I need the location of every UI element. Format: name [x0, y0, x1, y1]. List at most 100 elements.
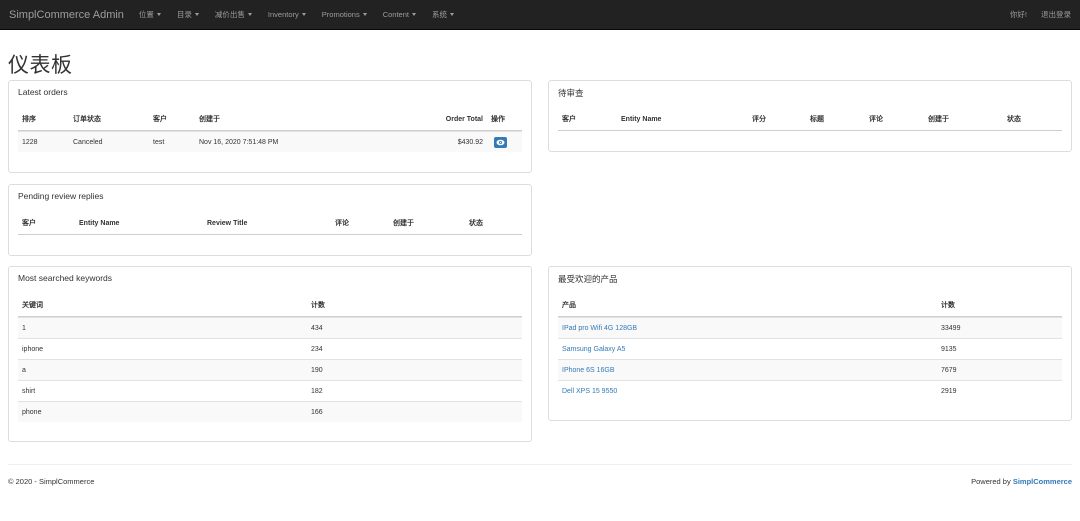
caret-down-icon: [450, 13, 454, 16]
column-header: 产品: [562, 302, 576, 309]
footer-copyright: © 2020 - SimplCommerce: [8, 477, 95, 486]
nav-menu-sales[interactable]: 减价出售: [207, 0, 260, 30]
column-header: 计数: [941, 302, 955, 309]
column-header: 订单状态: [73, 116, 101, 123]
keyword-count: 434: [311, 324, 323, 332]
order-id: 1228: [22, 138, 38, 146]
table-header: 产品 计数: [558, 294, 1062, 317]
page-title: 仪表板: [8, 53, 73, 77]
keyword-count: 182: [311, 387, 323, 395]
column-header: 评论: [335, 220, 349, 227]
panel-title: 待审查: [558, 88, 584, 98]
keyword: 1: [22, 324, 26, 332]
column-header: Entity Name: [621, 115, 662, 123]
keyword-count: 190: [311, 366, 323, 374]
table-header: 关键词 计数: [18, 294, 522, 317]
column-header: 客户: [562, 116, 576, 123]
column-header: 操作: [491, 116, 505, 123]
caret-down-icon: [362, 13, 367, 16]
brand-link[interactable]: SimplCommerce Admin: [9, 9, 124, 21]
column-header: Review Title: [207, 219, 248, 227]
product-count: 9135: [941, 345, 957, 353]
nav-label: 减价出售: [214, 10, 245, 19]
order-status: Canceled: [73, 138, 103, 146]
column-header: 排序: [22, 116, 36, 123]
footer-powered-by: Powered by SimplCommerce: [971, 477, 1072, 486]
order-actions: [487, 136, 522, 148]
nav-menu-catalog[interactable]: 目录: [169, 0, 207, 30]
nav-menu-promotions[interactable]: Promotions: [314, 0, 375, 30]
panel-title: Pending review replies: [18, 191, 104, 201]
column-header: 状态: [469, 220, 483, 227]
nav-label: 目录: [176, 10, 192, 19]
keyword: iphone: [22, 345, 44, 353]
column-header: 关键词: [22, 302, 43, 309]
nav-label: Content: [382, 10, 409, 19]
table-row: Samsung Galaxy A5 9135: [558, 338, 1062, 359]
pending-replies-table: 客户 Entity Name Review Title 评论 创建于 状态: [18, 212, 522, 235]
keyword: phone: [22, 408, 42, 416]
order-created: Nov 16, 2020 7:51:48 PM: [199, 138, 279, 146]
caret-down-icon: [301, 13, 306, 16]
top-navbar: SimplCommerce Admin 位置 目录 减价出售 Inventory…: [0, 0, 1080, 30]
column-header: 客户: [153, 116, 167, 123]
main-menu: 位置 目录 减价出售 Inventory Promotions Content …: [131, 0, 462, 30]
caret-down-icon: [194, 13, 199, 16]
panel-title: 最受欢迎的产品: [558, 274, 618, 284]
logout-link[interactable]: 退出登录: [1034, 0, 1078, 30]
table-header: 排序 订单状态 客户 创建于 Order Total 操作: [18, 108, 522, 131]
column-header: 创建于: [928, 116, 949, 123]
eye-icon: [496, 139, 505, 145]
caret-down-icon: [412, 13, 416, 16]
nav-menu-system[interactable]: 系统: [424, 0, 462, 30]
simplcommerce-link[interactable]: SimplCommerce: [1013, 477, 1072, 486]
popular-products-panel: 最受欢迎的产品 产品 计数 IPad pro Wifi 4G 128GB 334…: [548, 266, 1072, 421]
nav-label: Inventory: [267, 10, 299, 19]
nav-label: Promotions: [321, 10, 360, 19]
keyword: a: [22, 366, 26, 374]
product-link[interactable]: IPhone 6S 16GB: [558, 367, 937, 374]
column-header: 评分: [752, 116, 766, 123]
pending-review-table: 客户 Entity Name 评分 标题 评论 创建于 状态: [558, 108, 1062, 131]
table-row: IPad pro Wifi 4G 128GB 33499: [558, 317, 1062, 338]
product-count: 7679: [941, 366, 957, 374]
table-header: 客户 Entity Name 评分 标题 评论 创建于 状态: [558, 108, 1062, 131]
column-header: 计数: [311, 302, 325, 309]
footer-divider: [8, 464, 1072, 465]
product-link[interactable]: Samsung Galaxy A5: [558, 346, 937, 353]
table-row: phone 166: [18, 401, 522, 422]
column-header: 客户: [22, 220, 36, 227]
product-count: 2919: [941, 387, 957, 395]
product-count: 33499: [941, 324, 961, 332]
column-header: Order Total: [445, 115, 483, 123]
order-customer: test: [153, 138, 165, 146]
product-link[interactable]: Dell XPS 15 9550: [558, 388, 937, 395]
nav-menu-inventory[interactable]: Inventory: [260, 0, 314, 30]
column-header: 创建于: [393, 220, 414, 227]
table-row: 1 434: [18, 317, 522, 338]
nav-label: 位置: [138, 10, 154, 19]
table-row: Dell XPS 15 9550 2919: [558, 380, 1062, 401]
keywords-table: 关键词 计数 1 434 iphone 234 a 190 shirt 182 …: [18, 294, 522, 422]
table-row: IPhone 6S 16GB 7679: [558, 359, 1062, 380]
table-row: shirt 182: [18, 380, 522, 401]
nav-menu-location[interactable]: 位置: [131, 0, 169, 30]
view-order-button[interactable]: [494, 136, 507, 148]
nav-label: 系统: [432, 10, 447, 19]
product-link[interactable]: IPad pro Wifi 4G 128GB: [558, 325, 937, 332]
table-header: 客户 Entity Name Review Title 评论 创建于 状态: [18, 212, 522, 235]
keyword: shirt: [22, 387, 36, 395]
keyword-count: 234: [311, 345, 323, 353]
user-menu: 你好! 退出登录: [1003, 0, 1080, 30]
nav-menu-content[interactable]: Content: [375, 0, 424, 30]
column-header: 状态: [1007, 116, 1021, 123]
table-row: 1228 Canceled test Nov 16, 2020 7:51:48 …: [18, 131, 522, 152]
pending-replies-panel: Pending review replies 客户 Entity Name Re…: [8, 184, 532, 256]
panel-title: Latest orders: [18, 87, 68, 97]
table-row: a 190: [18, 359, 522, 380]
latest-orders-panel: Latest orders 排序 订单状态 客户 创建于 Order Total…: [8, 80, 532, 173]
popular-products-table: 产品 计数 IPad pro Wifi 4G 128GB 33499 Samsu…: [558, 294, 1062, 401]
powered-by-label: Powered by: [971, 477, 1011, 486]
column-header: Entity Name: [79, 219, 120, 227]
greeting-link[interactable]: 你好!: [1003, 0, 1034, 30]
